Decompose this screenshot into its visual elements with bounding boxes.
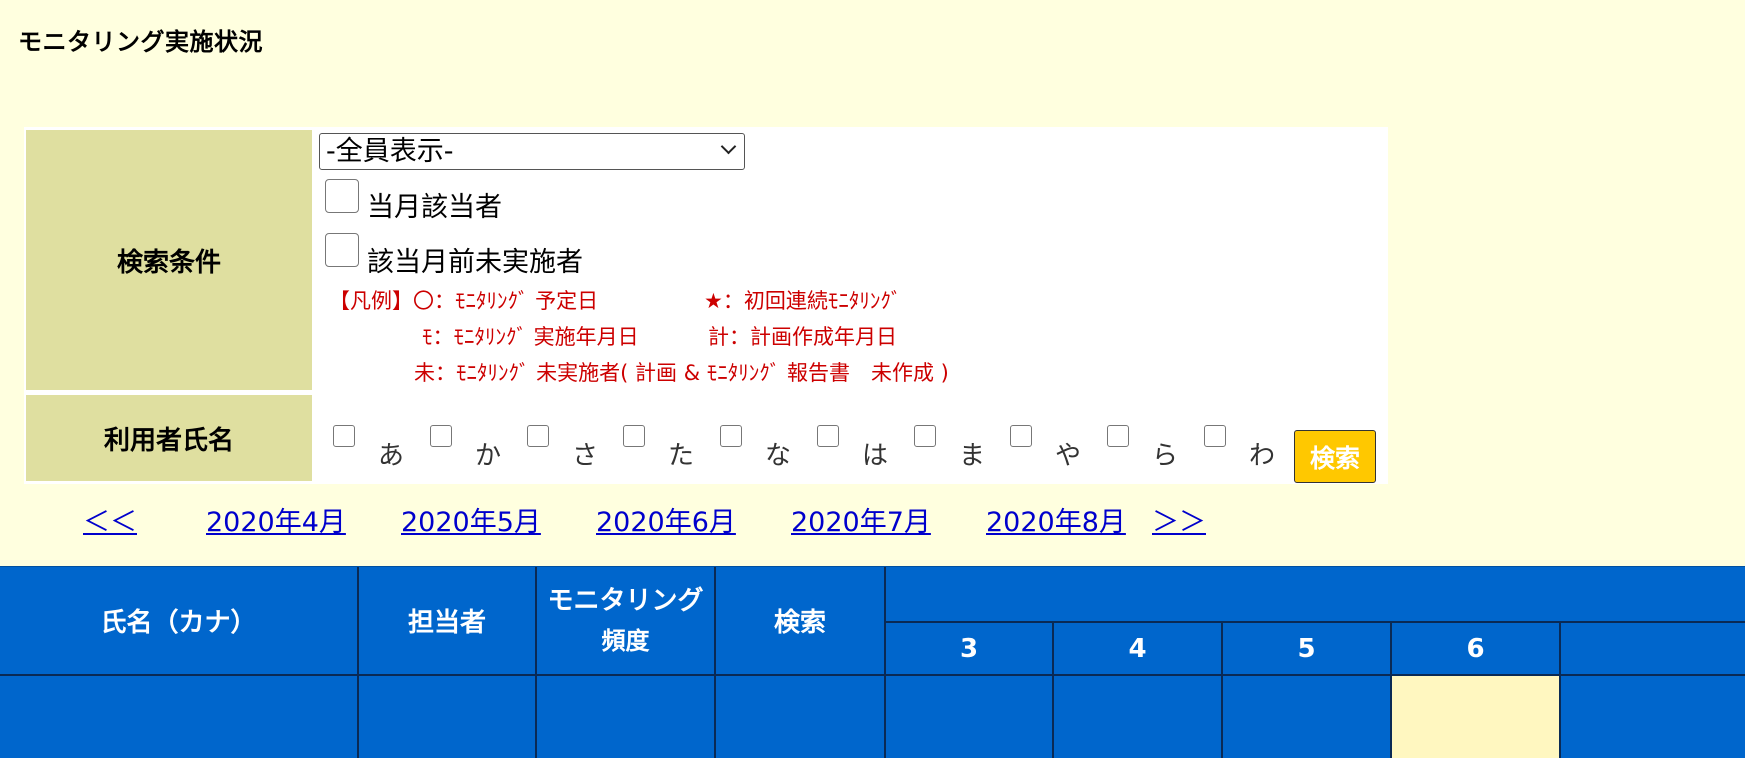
day-header-4: 4 xyxy=(1128,633,1147,664)
legend-plan-date: 計：計画作成年月日 xyxy=(708,325,897,349)
user-name-label: 利用者氏名 xyxy=(26,395,312,481)
prev-unexecuted-checkbox[interactable] xyxy=(325,233,359,267)
kana-label-ma: ま xyxy=(959,441,986,471)
search-button[interactable]: 検索 xyxy=(1294,430,1376,483)
legend-initial-continuous: ★：初回連続ﾓﾆﾀﾘﾝｸﾞ xyxy=(704,289,902,313)
search-condition-label: 検索条件 xyxy=(26,130,312,390)
column-header-staff: 担当者 xyxy=(407,608,486,638)
kana-checkbox-ra[interactable] xyxy=(1107,425,1129,447)
frequency-header-line2: 頻度 xyxy=(601,626,650,655)
legend-scheduled: 【凡例】〇：ﾓﾆﾀﾘﾝｸﾞ 予定日 xyxy=(329,289,599,313)
kana-label-ya: や xyxy=(1055,441,1082,471)
kana-checkbox-ma[interactable] xyxy=(914,425,936,447)
month-link-2020-06[interactable]: 2020年6月 xyxy=(596,500,736,539)
kana-checkbox-ta[interactable] xyxy=(623,425,645,447)
legend-executed-date: ﾓ：ﾓﾆﾀﾘﾝｸﾞ 実施年月日 xyxy=(422,325,639,349)
column-header-search: 検索 xyxy=(773,608,826,638)
member-filter-select[interactable]: -全員表示- xyxy=(319,133,745,170)
kana-checkbox-wa[interactable] xyxy=(1204,425,1226,447)
kana-label-na: な xyxy=(765,441,792,471)
prev-months-link[interactable]: ＜＜ xyxy=(83,500,137,539)
page-title: モニタリング実施状況 xyxy=(18,28,263,56)
column-header-frequency: モニタリング 頻度 xyxy=(537,567,714,674)
kana-label-wa: わ xyxy=(1249,441,1276,471)
kana-label-sa: さ xyxy=(572,441,599,471)
kana-label-ta: た xyxy=(668,441,695,471)
kana-checkbox-na[interactable] xyxy=(720,425,742,447)
day-header-5: 5 xyxy=(1297,633,1316,664)
kana-label-a: あ xyxy=(378,441,405,471)
member-filter-value: -全員表示- xyxy=(326,136,454,167)
search-panel: 検索条件 利用者氏名 -全員表示- 当月該当者 該当月前未実施者 【凡例】〇：ﾓ… xyxy=(24,127,1388,484)
kana-checkbox-ha[interactable] xyxy=(817,425,839,447)
current-month-checkbox[interactable] xyxy=(325,179,359,213)
month-link-2020-04[interactable]: 2020年4月 xyxy=(206,500,346,539)
frequency-header-line1: モニタリング xyxy=(547,585,704,616)
table-header: 氏名（カナ） 担当者 モニタリング 頻度 検索 3 4 5 6 xyxy=(0,566,1745,758)
kana-checkbox-ya[interactable] xyxy=(1010,425,1032,447)
day-header-6: 6 xyxy=(1466,633,1485,664)
current-month-checkbox-label: 当月該当者 xyxy=(367,192,502,223)
kana-label-ra: ら xyxy=(1152,441,1179,471)
chevron-down-icon xyxy=(720,138,737,155)
month-link-2020-05[interactable]: 2020年5月 xyxy=(401,500,541,539)
next-months-link[interactable]: ＞＞ xyxy=(1152,500,1206,539)
day-header-3: 3 xyxy=(959,633,979,664)
month-link-2020-08[interactable]: 2020年8月 xyxy=(986,500,1126,539)
kana-label-ka: か xyxy=(475,441,502,471)
kana-checkbox-ka[interactable] xyxy=(430,425,452,447)
column-header-name: 氏名（カナ） xyxy=(100,608,257,638)
month-link-2020-07[interactable]: 2020年7月 xyxy=(791,500,931,539)
kana-label-ha: は xyxy=(862,441,889,471)
kana-checkbox-a[interactable] xyxy=(333,425,355,447)
day-divider xyxy=(1559,622,1561,758)
current-day-highlight xyxy=(1392,676,1559,758)
prev-unexecuted-checkbox-label: 該当月前未実施者 xyxy=(367,247,583,278)
kana-checkbox-sa[interactable] xyxy=(527,425,549,447)
legend-unexecuted: 未：ﾓﾆﾀﾘﾝｸﾞ 未実施者( 計画 & ﾓﾆﾀﾘﾝｸﾞ 報告書 未作成 ) xyxy=(414,361,949,385)
